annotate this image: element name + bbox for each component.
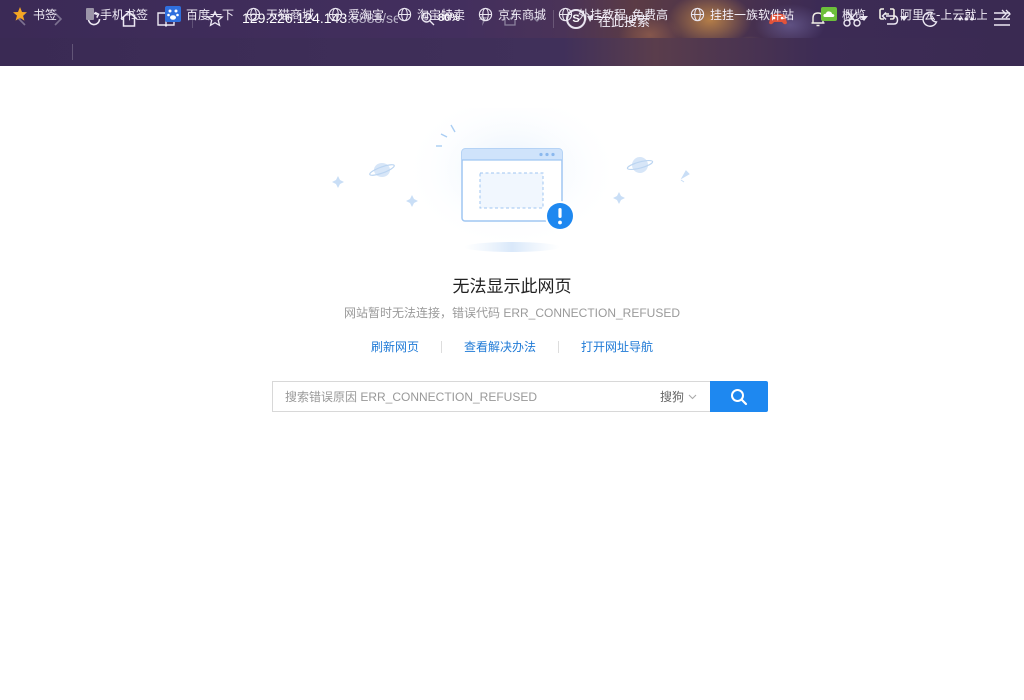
bookmark-label: 书签 <box>33 7 58 22</box>
globe-icon <box>478 7 493 22</box>
bookmarks-bar <box>0 38 1024 66</box>
link-separator <box>441 341 442 353</box>
bookmark-label: 概览 <box>842 7 867 22</box>
double-chevron-right-icon <box>1000 8 1012 20</box>
aliyun-icon <box>879 8 895 20</box>
globe-icon <box>690 7 705 22</box>
bookmarks-separator <box>72 44 73 60</box>
refresh-page-link[interactable]: 刷新网页 <box>371 338 419 355</box>
bookmark-item[interactable]: 阿里云-上云就上 <box>879 5 987 23</box>
error-description: 网站暂时无法连接，错误代码 ERR_CONNECTION_REFUSED <box>343 306 681 320</box>
bookmark-item[interactable]: 京东商城 <box>478 5 546 23</box>
error-search-input[interactable] <box>272 381 710 412</box>
bookmark-item[interactable]: 挂挂一族软件站 <box>690 5 808 23</box>
baidu-icon <box>165 6 181 22</box>
link-separator <box>558 341 559 353</box>
bookmark-item[interactable]: 百度一下 <box>165 5 234 23</box>
bookmark-item[interactable]: 书签 <box>12 5 57 23</box>
globe-icon <box>246 7 261 22</box>
chevron-down-icon <box>688 394 697 399</box>
error-title: 无法显示此网页 <box>452 277 572 297</box>
search-engine-select[interactable]: 搜狗 <box>660 381 697 412</box>
bookmark-item[interactable]: 淘宝特卖 <box>397 5 465 23</box>
bookmark-label: 京东商城 <box>498 7 547 22</box>
bookmark-label: 天猫商城 <box>266 7 315 22</box>
globe-icon <box>328 7 343 22</box>
search-button[interactable] <box>710 381 768 412</box>
bookmark-item[interactable]: 概览 <box>821 5 866 23</box>
toolbar-separator <box>553 10 554 28</box>
bookmarks-overflow-button[interactable] <box>1000 5 1012 23</box>
bookmark-item[interactable]: 爱淘宝 <box>328 5 384 23</box>
bookmark-label: 挂挂一族软件站 <box>710 7 795 22</box>
error-actions: 刷新网页 查看解决办法 打开网址导航 <box>0 338 1024 356</box>
bookmark-label: 手机书签 <box>100 7 149 22</box>
connection-error-illustration <box>332 108 690 258</box>
bookmark-item[interactable]: 天猫商城 <box>246 5 314 23</box>
bookmark-label: 外挂教程_免费高 <box>578 7 669 22</box>
bookmark-label: 爱淘宝 <box>348 7 385 22</box>
phone-icon <box>85 7 95 21</box>
bookmark-label: 淘宝特卖 <box>417 7 466 22</box>
bookmark-label: 百度一下 <box>186 7 235 22</box>
search-engine-label: 搜狗 <box>660 390 685 404</box>
search-icon <box>731 388 748 405</box>
bookmark-label: 阿里云-上云就上 <box>900 7 987 22</box>
bookmark-item[interactable]: 手机书签 <box>85 5 148 23</box>
star-icon <box>12 6 28 22</box>
globe-icon <box>397 7 412 22</box>
error-search-box: 搜狗 <box>272 381 768 412</box>
view-solution-link[interactable]: 查看解决办法 <box>464 338 536 355</box>
globe-icon <box>558 7 573 22</box>
cloud-icon <box>821 7 837 21</box>
bookmark-item[interactable]: 外挂教程_免费高 <box>558 5 680 23</box>
open-navigation-link[interactable]: 打开网址导航 <box>581 338 653 355</box>
